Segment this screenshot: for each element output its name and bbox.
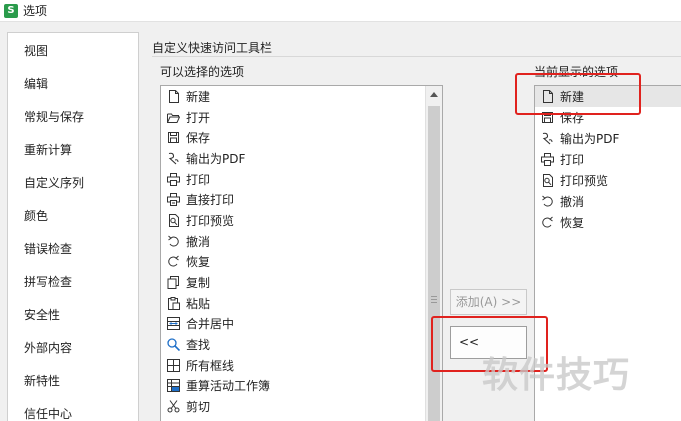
direct-print-icon bbox=[167, 193, 180, 207]
scrollbar-grip-icon bbox=[431, 296, 437, 303]
group-divider bbox=[152, 56, 681, 57]
undo-icon bbox=[541, 195, 554, 208]
sidebar-item[interactable]: 颜色 bbox=[8, 200, 138, 233]
scroll-up-arrow-icon[interactable] bbox=[426, 86, 442, 103]
print-icon bbox=[541, 153, 554, 166]
available-option-row-label: 复制 bbox=[186, 276, 211, 291]
available-options-list[interactable]: 新建打开保存输出为PDF 打印直接打印打印预览撤消恢复复制粘贴合并居中查找所有框线… bbox=[160, 85, 443, 421]
current-option-row-label: 新建 bbox=[560, 90, 585, 104]
redo-icon bbox=[541, 216, 554, 229]
sidebar-item[interactable]: 新特性 bbox=[8, 365, 138, 398]
sidebar-item[interactable]: 信任中心 bbox=[8, 398, 138, 421]
available-option-row-label: 合并居中 bbox=[186, 317, 235, 332]
sidebar-item[interactable]: 常规与保存 bbox=[8, 101, 138, 134]
available-option-row-label: 打开 bbox=[186, 110, 211, 125]
options-sidebar: 视图 编辑 常规与保存 重新计算 自定义序列 颜色 错误检查 拼写检查 安全性 外部内容 新特性 信任… bbox=[7, 32, 139, 421]
current-option-row[interactable]: 输出为PDF bbox=[535, 128, 681, 149]
add-button[interactable]: 添加(A) >> bbox=[450, 289, 527, 315]
current-option-row[interactable]: 打印预览 bbox=[535, 170, 681, 191]
save-icon bbox=[167, 131, 180, 144]
current-option-row-label: 打印预览 bbox=[560, 174, 609, 188]
undo-icon bbox=[167, 235, 180, 248]
current-option-row[interactable]: 恢复 bbox=[535, 212, 681, 233]
available-option-row[interactable]: 查找 bbox=[161, 334, 426, 355]
available-option-row-label: 查找 bbox=[186, 338, 211, 353]
current-option-row-label: 保存 bbox=[560, 111, 585, 125]
print-icon bbox=[167, 172, 180, 186]
window-title: 选项 bbox=[23, 4, 48, 18]
sidebar-item[interactable]: 视图 bbox=[8, 35, 138, 68]
available-option-row[interactable]: 打印 bbox=[161, 169, 426, 190]
title-bar: S 选项 bbox=[0, 0, 681, 22]
available-options-label: 可以选择的选项 bbox=[160, 65, 245, 79]
sidebar-item[interactable]: 自定义序列 bbox=[8, 167, 138, 200]
new-doc-icon bbox=[167, 89, 180, 103]
available-option-row[interactable]: 复制 bbox=[161, 272, 426, 293]
available-option-row[interactable]: 合并居中 bbox=[161, 314, 426, 335]
sidebar-item[interactable]: 错误检查 bbox=[8, 233, 138, 266]
merge-center-icon bbox=[167, 317, 180, 331]
available-option-row-label: 新建 bbox=[186, 89, 211, 104]
available-option-row-label: 保存 bbox=[186, 131, 211, 146]
available-option-row-label: 重算活动工作簿 bbox=[186, 379, 271, 394]
available-option-row[interactable]: 打开 bbox=[161, 107, 426, 128]
current-option-row[interactable]: 撤消 bbox=[535, 191, 681, 212]
find-icon bbox=[167, 338, 180, 352]
available-option-row-label: 打印预览 bbox=[186, 213, 235, 228]
cut-icon bbox=[167, 400, 180, 413]
new-doc-icon bbox=[541, 90, 554, 103]
recalc-workbook-icon bbox=[167, 379, 180, 393]
available-option-row-label: 撤消 bbox=[186, 234, 211, 249]
current-option-row-label: 打印 bbox=[560, 153, 585, 167]
app-logo-icon: S bbox=[4, 3, 18, 18]
current-options-label: 当前显示的选项 bbox=[534, 65, 619, 79]
watermark-text: 软件技巧 bbox=[482, 355, 631, 396]
available-option-row[interactable]: 撤消 bbox=[161, 231, 426, 252]
available-option-row[interactable]: 新建 bbox=[161, 86, 426, 107]
available-option-row[interactable]: 恢复 bbox=[161, 252, 426, 273]
available-list-scrollbar[interactable] bbox=[425, 86, 442, 421]
paste-icon bbox=[167, 296, 180, 310]
scrollbar-thumb[interactable] bbox=[428, 106, 440, 421]
group-title: 自定义快速访问工具栏 bbox=[152, 41, 273, 55]
available-option-row-label: 所有框线 bbox=[186, 358, 235, 373]
pdf-export-icon bbox=[541, 132, 554, 145]
save-icon bbox=[541, 111, 554, 124]
current-option-row-label: 输出为PDF bbox=[560, 132, 620, 146]
print-preview-icon bbox=[167, 213, 180, 227]
sidebar-item[interactable]: 安全性 bbox=[8, 299, 138, 332]
available-option-row[interactable]: 粘贴 bbox=[161, 293, 426, 314]
open-folder-icon bbox=[167, 111, 180, 124]
available-option-row[interactable]: 剪切 bbox=[161, 396, 426, 417]
available-option-row[interactable]: 保存 bbox=[161, 127, 426, 148]
available-option-row[interactable]: 输出为PDF bbox=[161, 148, 426, 169]
current-option-row[interactable]: 新建 bbox=[535, 86, 681, 107]
copy-icon bbox=[167, 276, 180, 290]
sidebar-item[interactable]: 外部内容 bbox=[8, 332, 138, 365]
print-preview-icon bbox=[541, 174, 554, 187]
current-option-row-label: 撤消 bbox=[560, 195, 585, 209]
available-option-row[interactable]: 打印预览 bbox=[161, 210, 426, 231]
sidebar-item[interactable]: 重新计算 bbox=[8, 134, 138, 167]
current-option-row[interactable]: 保存 bbox=[535, 107, 681, 128]
current-option-row-label: 恢复 bbox=[560, 216, 585, 230]
available-option-row-label: 打印 bbox=[186, 172, 211, 187]
available-option-row[interactable]: 所有框线 bbox=[161, 355, 426, 376]
available-option-row[interactable]: 重算活动工作簿 bbox=[161, 376, 426, 397]
current-option-row[interactable]: 打印 bbox=[535, 149, 681, 170]
available-option-row-label: 直接打印 bbox=[186, 193, 235, 208]
redo-icon bbox=[167, 255, 180, 268]
available-option-row-label: 剪切 bbox=[186, 400, 211, 415]
sidebar-item[interactable]: 拼写检查 bbox=[8, 266, 138, 299]
available-option-row[interactable]: 直接打印 bbox=[161, 189, 426, 210]
available-option-row-label: 粘贴 bbox=[186, 296, 211, 311]
pdf-export-icon bbox=[167, 152, 180, 165]
sidebar-item[interactable]: 编辑 bbox=[8, 68, 138, 101]
available-option-row-label: 恢复 bbox=[186, 255, 211, 270]
all-borders-icon bbox=[167, 358, 180, 372]
available-option-row-label: 输出为PDF bbox=[186, 151, 246, 166]
